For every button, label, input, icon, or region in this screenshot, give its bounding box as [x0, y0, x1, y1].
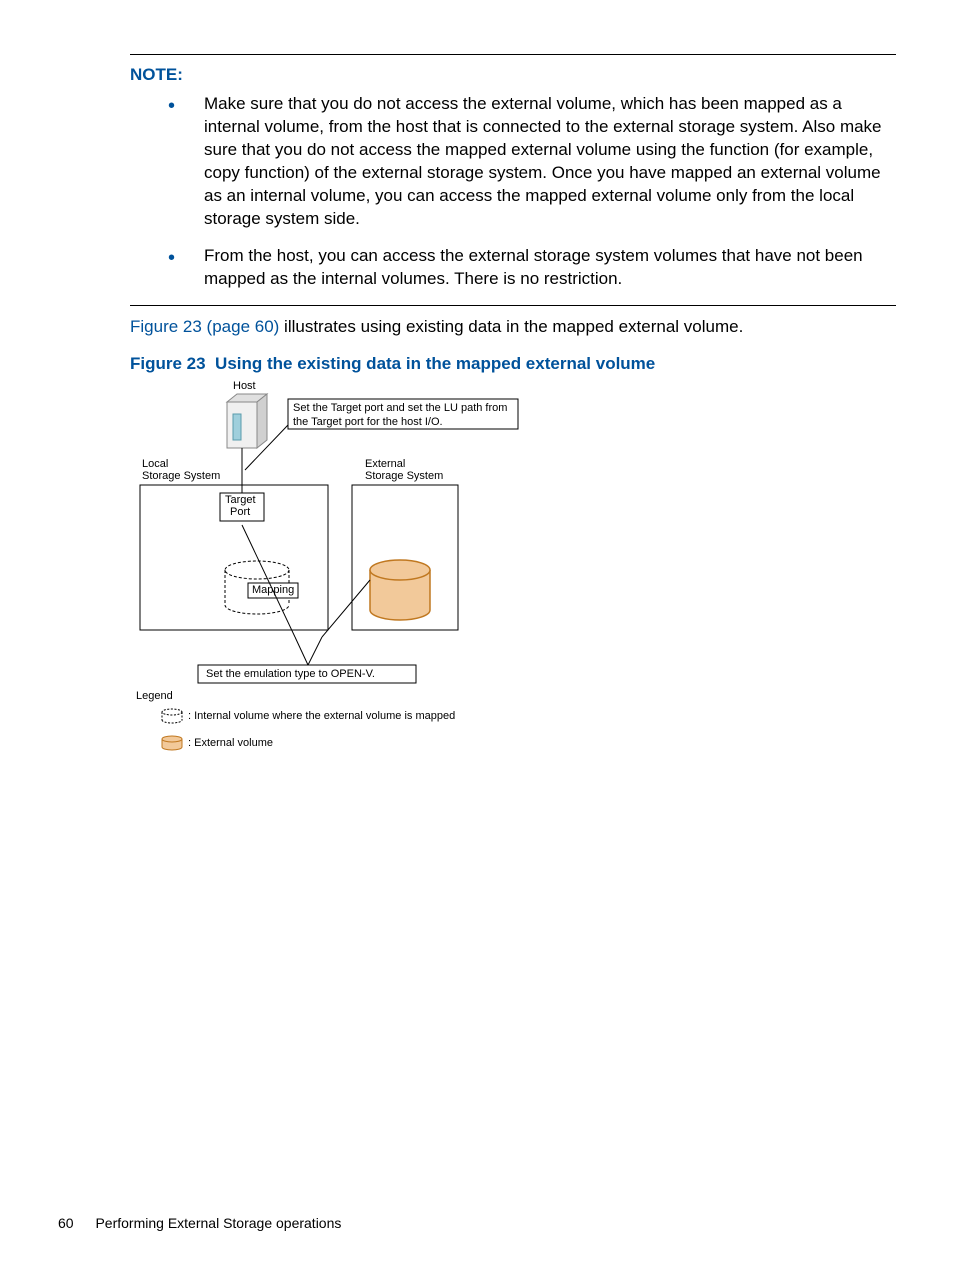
paragraph-rest: illustrates using existing data in the m… — [279, 317, 743, 336]
figure-label: Figure 23 — [130, 354, 206, 373]
note-heading: NOTE: — [130, 65, 896, 85]
footer-section: Performing External Storage operations — [95, 1215, 341, 1231]
diagram-target-label-1: Target — [225, 494, 256, 506]
note-item: Make sure that you do not access the ext… — [168, 93, 896, 231]
figure-title: Using the existing data in the mapped ex… — [215, 354, 655, 373]
bottom-rule — [130, 305, 896, 306]
diagram-callout-ports: Set the Target port and set the LU path … — [293, 402, 513, 428]
figure-crossref-link[interactable]: Figure 23 (page 60) — [130, 317, 279, 336]
figure-caption: Figure 23 Using the existing data in the… — [130, 354, 896, 374]
diagram-local-label-1: Local — [142, 458, 168, 470]
diagram-legend-title: Legend — [136, 690, 173, 702]
diagram-local-label-2: Storage System — [142, 470, 220, 482]
top-rule — [130, 54, 896, 55]
note-list: Make sure that you do not access the ext… — [168, 93, 896, 291]
note-item: From the host, you can access the extern… — [168, 245, 896, 291]
diagram-callout-emulation: Set the emulation type to OPEN-V. — [206, 668, 375, 680]
diagram-host-label: Host — [233, 380, 256, 392]
diagram-legend-internal: : Internal volume where the external vol… — [188, 710, 455, 722]
page-footer: 60 Performing External Storage operation… — [58, 1215, 341, 1231]
diagram-external-label-1: External — [365, 458, 405, 470]
figure-diagram: Host Set the Target port and set the LU … — [130, 380, 590, 780]
diagram-mapping-label: Mapping — [252, 584, 294, 596]
diagram-external-label-2: Storage System — [365, 470, 443, 482]
page-number: 60 — [58, 1215, 74, 1231]
diagram-legend-external: : External volume — [188, 737, 273, 749]
diagram-target-label-2: Port — [230, 506, 250, 518]
body-paragraph: Figure 23 (page 60) illustrates using ex… — [130, 316, 896, 339]
